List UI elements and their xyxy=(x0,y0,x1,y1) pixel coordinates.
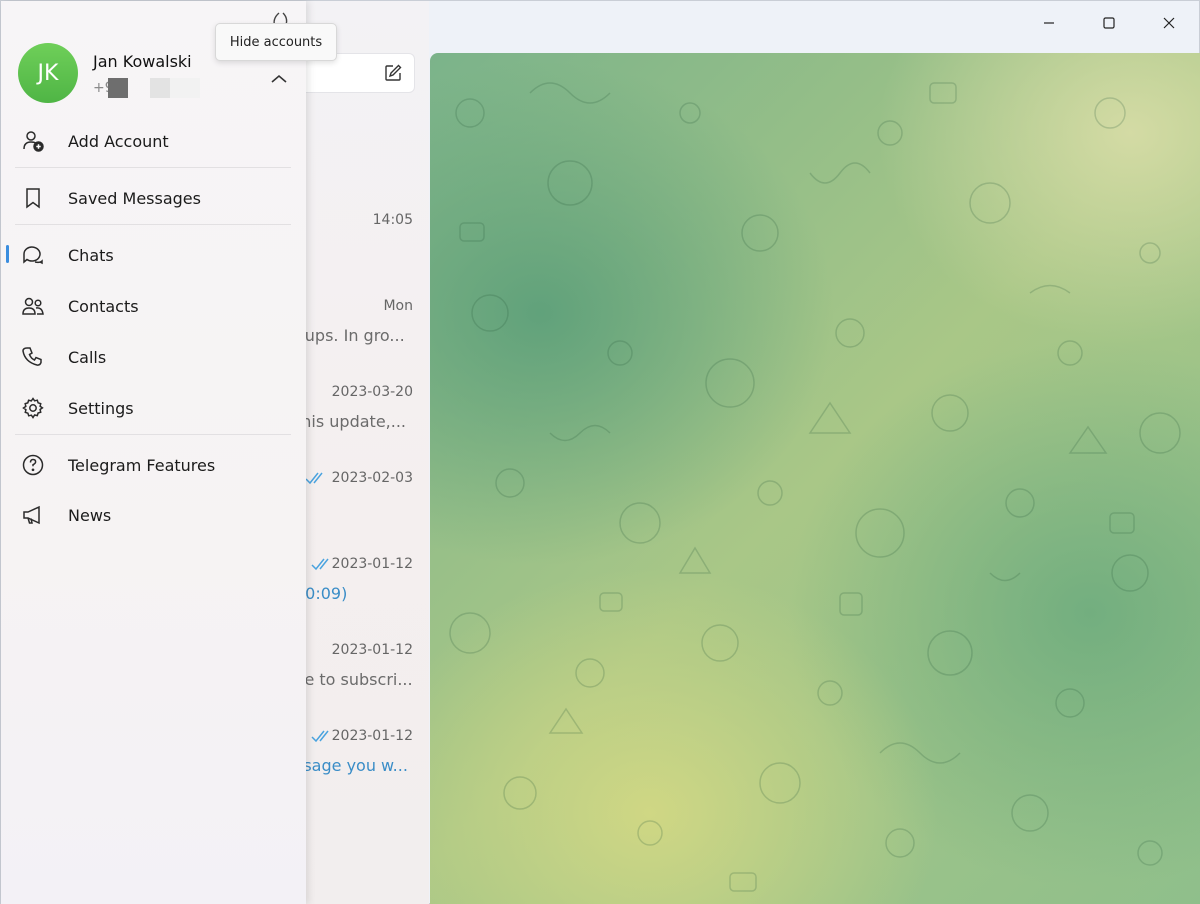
chat-background xyxy=(430,53,1200,904)
compose-button[interactable] xyxy=(379,59,407,87)
chat-row[interactable]: 2023-01-12 00:09) xyxy=(291,556,415,642)
chat-row[interactable]: 2023-02-03 xyxy=(291,470,415,556)
side-drawer: JK Jan Kowalski +9 Add Account Saved Mes… xyxy=(1,1,306,904)
chevron-up-icon xyxy=(271,74,287,83)
avatar[interactable]: JK xyxy=(18,43,78,103)
minimize-button[interactable] xyxy=(1019,1,1079,45)
doodle-pattern xyxy=(449,82,1181,892)
contacts-icon xyxy=(21,294,45,318)
redaction-block xyxy=(107,78,128,98)
double-check-icon xyxy=(305,472,323,485)
chat-preview: this update,... xyxy=(295,412,406,431)
add-user-icon xyxy=(21,129,45,153)
window-controls xyxy=(1019,1,1199,45)
redaction-block xyxy=(149,78,170,98)
chat-row[interactable]: 2023-01-12 ssage you w... xyxy=(291,728,415,814)
menu-label: Calls xyxy=(68,347,107,367)
chat-date: 2023-01-12 xyxy=(331,642,413,658)
menu-label: Saved Messages xyxy=(68,188,201,208)
menu-item-calls[interactable]: Calls xyxy=(1,332,306,382)
menu-label: Contacts xyxy=(68,296,139,316)
chat-date: 2023-02-03 xyxy=(331,470,413,486)
menu-label: Telegram Features xyxy=(68,455,216,475)
menu-item-chats[interactable]: Chats xyxy=(1,230,306,280)
telegram-window: 14:05 Mon oups. In gro... 2023-03-20 thi… xyxy=(0,0,1200,904)
help-icon xyxy=(21,453,45,477)
account-phone: +9 xyxy=(93,78,200,98)
maximize-icon xyxy=(1103,17,1115,29)
chat-preview: 00:09) xyxy=(295,584,348,603)
chat-row[interactable]: 14:05 xyxy=(291,212,415,298)
menu-item-settings[interactable]: Settings xyxy=(1,383,306,433)
gear-icon xyxy=(21,396,45,420)
megaphone-icon xyxy=(21,503,45,527)
compose-icon xyxy=(385,64,402,81)
chat-row[interactable]: 2023-03-20 this update,... xyxy=(291,384,415,470)
menu-item-telegram-features[interactable]: Telegram Features xyxy=(1,440,306,490)
divider xyxy=(15,167,291,168)
chat-preview: oups. In gro... xyxy=(295,326,405,345)
phone-icon xyxy=(21,345,45,369)
chat-date: 2023-01-12 xyxy=(331,728,413,744)
close-button[interactable] xyxy=(1139,1,1199,45)
close-icon xyxy=(1163,17,1175,29)
menu-label: Settings xyxy=(68,398,134,418)
chat-preview: ssage you w... xyxy=(295,756,408,775)
menu-item-news[interactable]: News xyxy=(1,490,306,540)
redaction-block xyxy=(169,78,200,98)
hide-accounts-button[interactable] xyxy=(267,67,291,91)
tooltip: Hide accounts xyxy=(215,23,337,61)
chat-preview: ve to subscri... xyxy=(295,670,413,689)
menu-item-contacts[interactable]: Contacts xyxy=(1,281,306,331)
chat-row[interactable]: Mon oups. In gro... xyxy=(291,298,415,384)
menu-item-saved-messages[interactable]: Saved Messages xyxy=(1,173,306,223)
menu-label: News xyxy=(68,505,112,525)
account-name: Jan Kowalski xyxy=(93,52,192,71)
divider xyxy=(15,434,291,435)
divider xyxy=(15,224,291,225)
chat-date: Mon xyxy=(383,298,413,314)
chat-row[interactable]: 2023-01-12 ve to subscri... xyxy=(291,642,415,728)
chat-date: 2023-03-20 xyxy=(331,384,413,400)
minimize-icon xyxy=(1044,22,1054,24)
menu-label: Chats xyxy=(68,245,114,265)
bookmark-icon xyxy=(21,186,45,210)
menu-label: Add Account xyxy=(68,131,169,151)
chat-date: 2023-01-12 xyxy=(331,556,413,572)
chat-bubbles-icon xyxy=(21,243,45,267)
maximize-button[interactable] xyxy=(1079,1,1139,45)
menu-item-add-account[interactable]: Add Account xyxy=(1,116,306,166)
chat-date: 14:05 xyxy=(372,212,413,228)
